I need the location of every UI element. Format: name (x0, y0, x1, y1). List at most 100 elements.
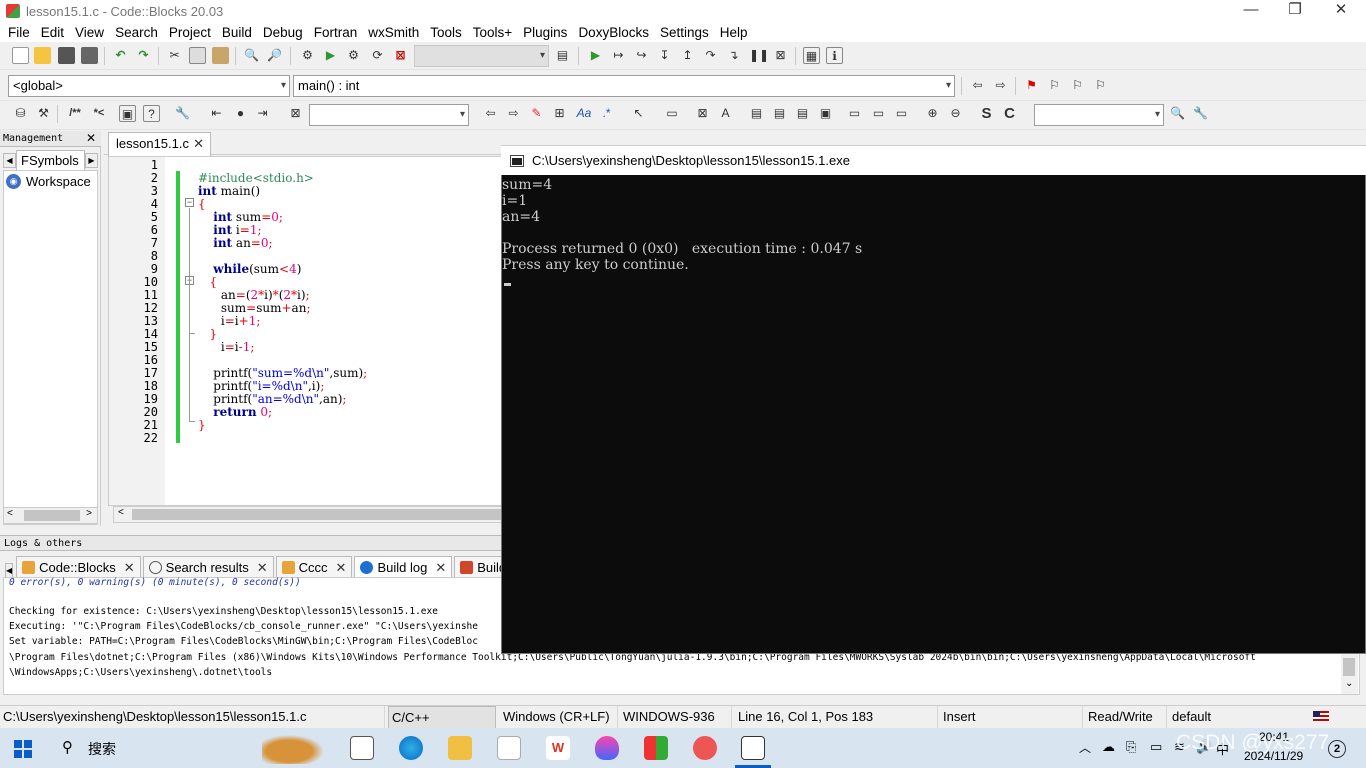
thread-search-icon[interactable]: 🔍 (1169, 105, 1186, 122)
open-folder-icon[interactable] (34, 47, 51, 64)
run-icon[interactable]: ▶ (322, 47, 339, 64)
console-window[interactable] (501, 145, 1366, 654)
label-icon[interactable]: ⊠ (287, 105, 304, 122)
tab-cccc[interactable]: Cccc ✕ (275, 556, 353, 578)
tab-codeblocks-log[interactable]: Code::Blocks ✕ (16, 556, 141, 578)
file-explorer-icon[interactable] (448, 736, 472, 760)
widget2-icon[interactable]: ▤ (771, 105, 788, 122)
menu-search[interactable]: Search (111, 25, 165, 40)
windows-start-icon[interactable] (14, 740, 32, 758)
build-gear-icon[interactable]: ⚙ (299, 47, 316, 64)
s-icon[interactable]: S (978, 105, 995, 122)
pointer-icon[interactable]: ↖ (630, 105, 647, 122)
widget5-icon[interactable]: ▭ (846, 105, 863, 122)
battery-icon[interactable]: ▭ (1150, 739, 1162, 755)
clear-bookmarks-icon[interactable]: ⚐ (1092, 77, 1109, 94)
rebuild-icon[interactable]: ⟳ (369, 47, 386, 64)
new-file-icon[interactable] (12, 47, 29, 64)
selected-text-icon[interactable]: ⊞ (551, 105, 568, 122)
next-instruction-icon[interactable]: ↷ (702, 47, 719, 64)
next-icon[interactable]: ⇥ (254, 105, 271, 122)
editor-tab-close-icon[interactable]: ✕ (193, 133, 204, 155)
scope-combo[interactable]: <global> ▾ (8, 75, 290, 97)
wps-icon[interactable]: W (546, 736, 570, 760)
tab-right-arrow-icon[interactable]: ▶ (85, 152, 98, 168)
abort-icon[interactable]: ⊠ (392, 47, 409, 64)
tab-build-log[interactable]: Build log ✕ (354, 556, 453, 578)
doxy-config-icon[interactable]: 🔧 (174, 105, 191, 122)
fold-marker-icon[interactable]: − (185, 198, 194, 207)
minimize-button[interactable]: — (1228, 0, 1274, 22)
prev-icon[interactable]: ⇤ (208, 105, 225, 122)
menu-help[interactable]: Help (716, 25, 755, 40)
function-combo[interactable]: main() : int ▾ (293, 75, 955, 97)
save-icon[interactable] (58, 47, 75, 64)
prev-bookmark-icon[interactable]: ⚐ (1046, 77, 1063, 94)
taskbar-search-label[interactable]: 搜索 (88, 739, 116, 759)
tab-left-arrow-icon[interactable]: ◀ (3, 152, 16, 168)
task-view-icon[interactable] (350, 736, 374, 760)
jump-back-icon[interactable]: ⇦ (969, 77, 986, 94)
highlight-icon[interactable]: ✎ (528, 105, 545, 122)
replace-icon[interactable]: 🔎 (266, 47, 283, 64)
menu-file[interactable]: File (4, 25, 37, 40)
stop-debug-icon[interactable]: ⊠ (772, 47, 789, 64)
menu-view[interactable]: View (71, 25, 111, 40)
undo-icon[interactable]: ↶ (112, 47, 129, 64)
toggle-bookmark-icon[interactable]: ⚑ (1023, 77, 1040, 94)
run-to-cursor-icon[interactable]: ↦ (610, 47, 627, 64)
redo-icon[interactable]: ↷ (135, 47, 152, 64)
debug-run-icon[interactable]: ▶ (587, 47, 604, 64)
target-options-icon[interactable]: ▤ (554, 47, 571, 64)
widget4-icon[interactable]: ▣ (817, 105, 834, 122)
step-out-icon[interactable]: ↥ (679, 47, 696, 64)
menu-project[interactable]: Project (165, 25, 218, 40)
step-instruction-icon[interactable]: ↴ (725, 47, 742, 64)
menu-doxyblocks[interactable]: DoxyBlocks (574, 25, 656, 40)
dot-icon[interactable]: ● (232, 105, 249, 122)
rect-icon[interactable]: ▭ (662, 105, 682, 122)
thread-search-options-icon[interactable]: 🔧 (1192, 105, 1209, 122)
menu-plugins[interactable]: Plugins (519, 25, 574, 40)
editor-hscrollbar[interactable]: < (113, 506, 504, 523)
widget7-icon[interactable]: ▭ (893, 105, 910, 122)
logs-tab-left-icon[interactable]: ◀ (5, 563, 14, 578)
tab-fsymbols[interactable]: FSymbols (16, 150, 85, 170)
notification-badge[interactable]: 2 (1328, 740, 1346, 758)
doxy-html-icon[interactable]: ▣ (119, 105, 136, 122)
menu-tools-plus[interactable]: Tools+ (469, 25, 519, 40)
menu-wxsmith[interactable]: wxSmith (364, 25, 426, 40)
edge-browser-icon[interactable] (399, 736, 423, 760)
codeblocks-taskbar-icon[interactable] (644, 736, 668, 760)
app-icon[interactable] (595, 736, 619, 760)
chevron-up-icon[interactable]: ︿ (1079, 739, 1091, 756)
taskbar-search-icon[interactable]: ⚲ (62, 738, 73, 756)
debug-info-icon[interactable]: ℹ (826, 47, 843, 64)
pause-icon[interactable]: ❚❚ (749, 47, 769, 64)
cloud-icon[interactable]: ☁ (1102, 739, 1115, 755)
regex-icon[interactable]: .* (598, 105, 615, 122)
app2-icon[interactable] (693, 736, 717, 760)
text-box-icon[interactable]: A (717, 105, 734, 122)
widget1-icon[interactable]: ▤ (748, 105, 765, 122)
next-line-icon[interactable]: ↪ (633, 47, 650, 64)
save-all-icon[interactable] (81, 47, 98, 64)
cut-icon[interactable]: ✂ (166, 47, 183, 64)
jump-forward-icon[interactable]: ⇨ (992, 77, 1009, 94)
panel-icon[interactable]: ⊠ (694, 105, 711, 122)
search-forward-icon[interactable]: ⇨ (505, 105, 522, 122)
next-bookmark-icon[interactable]: ⚐ (1069, 77, 1086, 94)
search-back-icon[interactable]: ⇦ (482, 105, 499, 122)
menu-settings[interactable]: Settings (656, 25, 716, 40)
menu-build[interactable]: Build (218, 25, 259, 40)
workspace-node[interactable]: ◉ Workspace (6, 174, 91, 189)
editor-tab-lesson15[interactable]: lesson15.1.c ✕ (108, 132, 211, 156)
maximize-button[interactable]: ❐ (1272, 0, 1318, 22)
doxy-extract-icon[interactable]: ⚒ (35, 105, 52, 122)
close-button[interactable]: ✕ (1318, 0, 1364, 22)
camera-icon[interactable]: ⎘ (1126, 739, 1136, 755)
build-and-run-icon[interactable]: ⚙ (345, 47, 362, 64)
zoom-in-icon[interactable]: ⊕ (924, 105, 941, 122)
block-comment-icon[interactable]: /** (64, 105, 86, 122)
match-case-icon[interactable]: Aa (574, 105, 594, 122)
